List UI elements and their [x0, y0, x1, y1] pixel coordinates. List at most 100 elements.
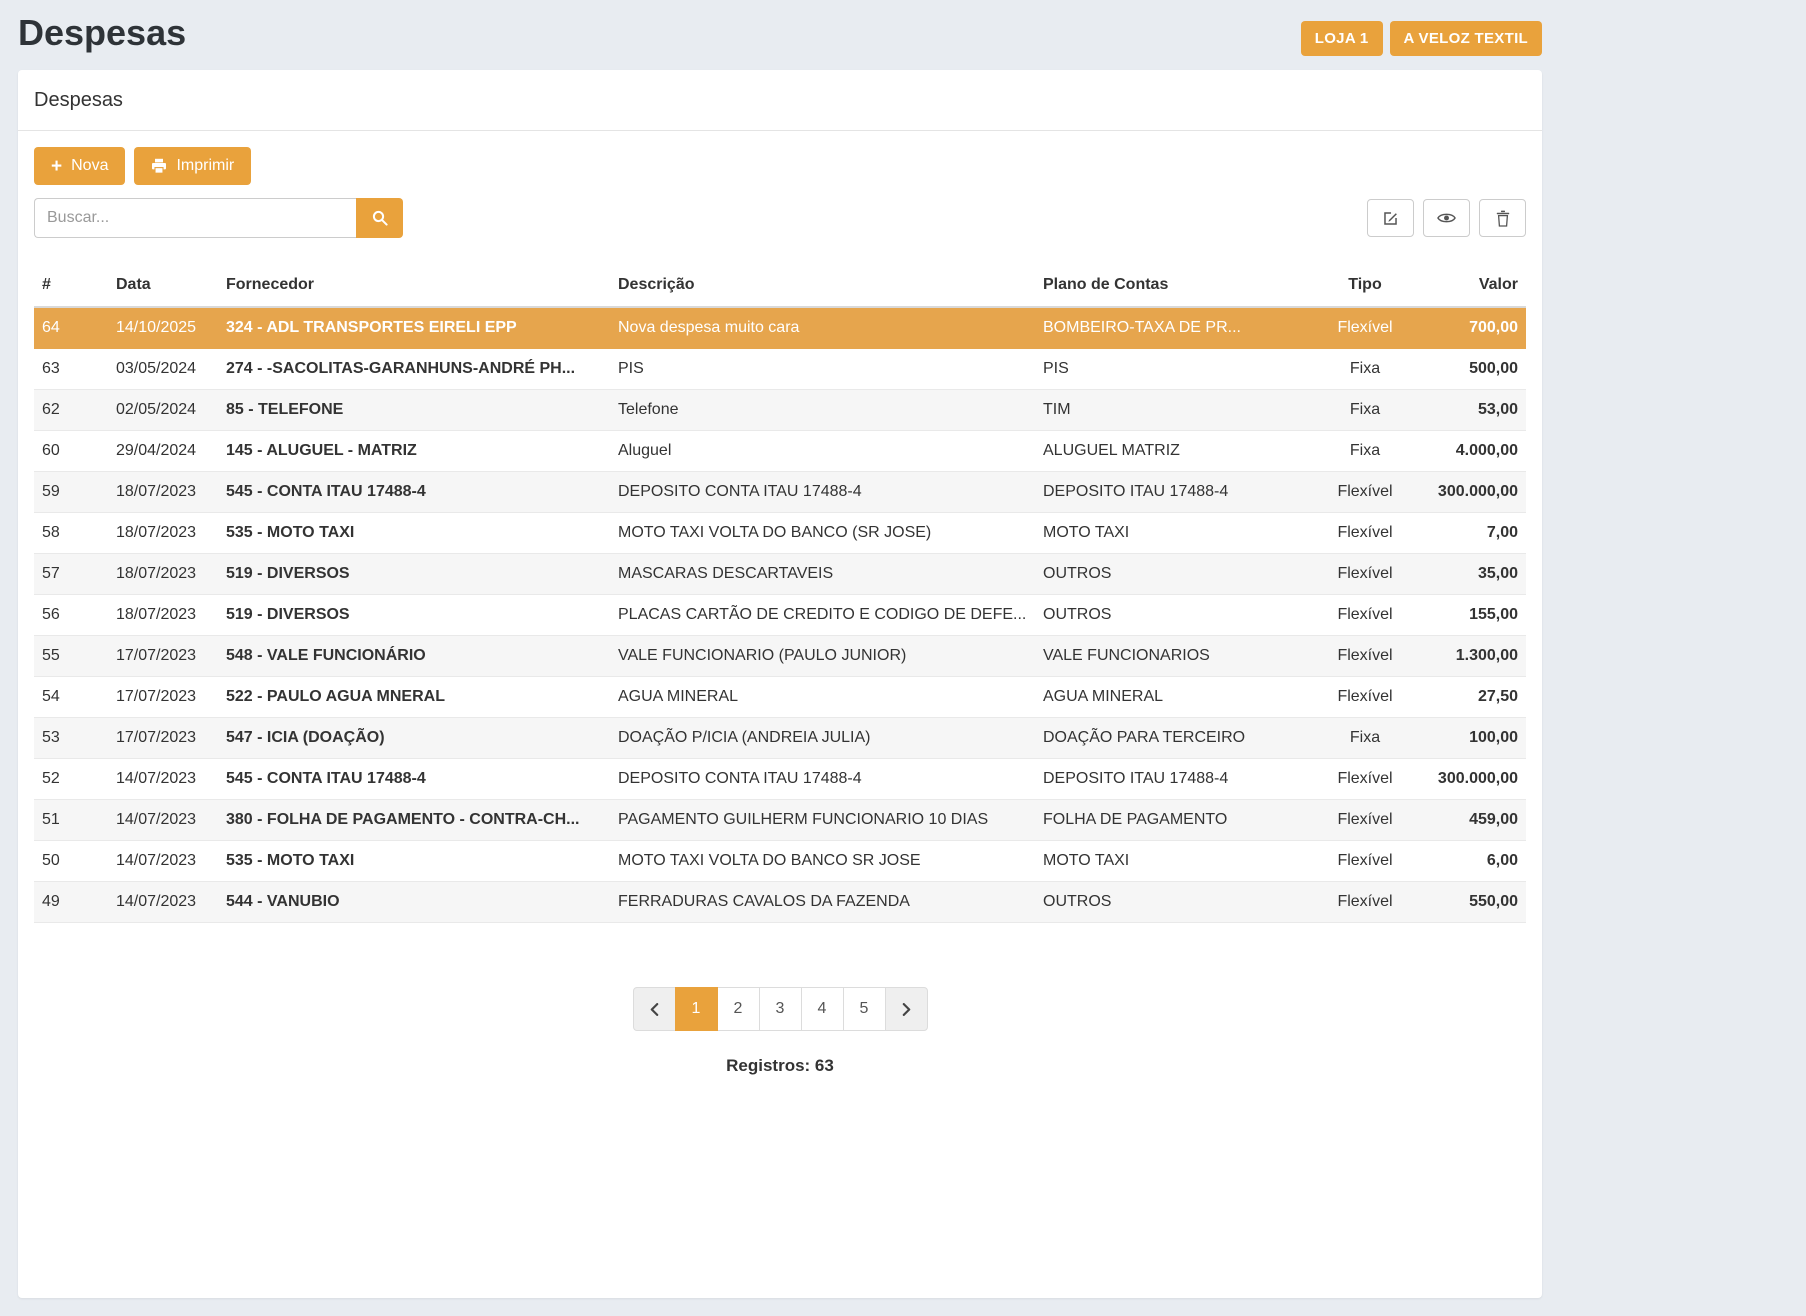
page-button[interactable]: 4	[801, 987, 844, 1031]
cell-descricao: Nova despesa muito cara	[610, 307, 1035, 349]
plus-icon: +	[51, 157, 62, 176]
table-row[interactable]: 5918/07/2023545 - CONTA ITAU 17488-4DEPO…	[34, 472, 1526, 513]
view-button[interactable]	[1423, 199, 1470, 237]
cell-tipo: Flexível	[1305, 472, 1425, 513]
cell-descricao: PIS	[610, 349, 1035, 390]
search-group	[34, 198, 403, 238]
cell-fornecedor: 380 - FOLHA DE PAGAMENTO - CONTRA-CH...	[218, 800, 610, 841]
page-button[interactable]: 1	[675, 987, 718, 1031]
cell-tipo: Flexível	[1305, 882, 1425, 923]
column-header: #	[34, 264, 108, 307]
table-row[interactable]: 6303/05/2024274 - -SACOLITAS-GARANHUNS-A…	[34, 349, 1526, 390]
next-page-button[interactable]	[885, 987, 928, 1031]
imprimir-button[interactable]: Imprimir	[134, 147, 251, 185]
pagination: 12345	[34, 987, 1526, 1031]
cell-data: 17/07/2023	[108, 677, 218, 718]
cell-plano: FOLHA DE PAGAMENTO	[1035, 800, 1305, 841]
cell-plano: MOTO TAXI	[1035, 513, 1305, 554]
column-header: Plano de Contas	[1035, 264, 1305, 307]
cell-fornecedor: 535 - MOTO TAXI	[218, 513, 610, 554]
cell-valor: 155,00	[1425, 595, 1526, 636]
company-button[interactable]: A VELOZ TEXTIL	[1390, 21, 1542, 56]
cell-valor: 500,00	[1425, 349, 1526, 390]
cell-data: 14/07/2023	[108, 800, 218, 841]
cell-id: 60	[34, 431, 108, 472]
table-row[interactable]: 5618/07/2023519 - DIVERSOSPLACAS CARTÃO …	[34, 595, 1526, 636]
chevron-right-icon	[902, 1003, 911, 1016]
cell-tipo: Flexível	[1305, 841, 1425, 882]
table-row[interactable]: 5818/07/2023535 - MOTO TAXIMOTO TAXI VOL…	[34, 513, 1526, 554]
table-row[interactable]: 6414/10/2025324 - ADL TRANSPORTES EIRELI…	[34, 307, 1526, 349]
cell-id: 50	[34, 841, 108, 882]
search-button[interactable]	[356, 198, 403, 238]
cell-data: 03/05/2024	[108, 349, 218, 390]
store-button[interactable]: LOJA 1	[1301, 21, 1383, 56]
cell-fornecedor: 85 - TELEFONE	[218, 390, 610, 431]
cell-data: 02/05/2024	[108, 390, 218, 431]
cell-valor: 7,00	[1425, 513, 1526, 554]
cell-descricao: PAGAMENTO GUILHERM FUNCIONARIO 10 DIAS	[610, 800, 1035, 841]
delete-button[interactable]	[1479, 199, 1526, 237]
search-input[interactable]	[34, 198, 356, 238]
nova-button[interactable]: + Nova	[34, 147, 125, 185]
cell-id: 55	[34, 636, 108, 677]
table-row[interactable]: 5317/07/2023547 - ICIA (DOAÇÃO)DOAÇÃO P/…	[34, 718, 1526, 759]
cell-fornecedor: 545 - CONTA ITAU 17488-4	[218, 759, 610, 800]
cell-tipo: Flexível	[1305, 677, 1425, 718]
chevron-left-icon	[650, 1003, 659, 1016]
row-action-buttons	[1367, 199, 1526, 237]
cell-plano: VALE FUNCIONARIOS	[1035, 636, 1305, 677]
cell-tipo: Fixa	[1305, 349, 1425, 390]
column-header: Data	[108, 264, 218, 307]
column-header: Valor	[1425, 264, 1526, 307]
cell-descricao: DEPOSITO CONTA ITAU 17488-4	[610, 472, 1035, 513]
edit-icon	[1382, 210, 1399, 227]
previous-page-button[interactable]	[633, 987, 676, 1031]
card-body: + Nova Imprimir	[18, 131, 1542, 1092]
table-row[interactable]: 5718/07/2023519 - DIVERSOSMASCARAS DESCA…	[34, 554, 1526, 595]
cell-data: 18/07/2023	[108, 595, 218, 636]
table-row[interactable]: 6029/04/2024145 - ALUGUEL - MATRIZAlugue…	[34, 431, 1526, 472]
cell-valor: 459,00	[1425, 800, 1526, 841]
cell-fornecedor: 545 - CONTA ITAU 17488-4	[218, 472, 610, 513]
cell-fornecedor: 324 - ADL TRANSPORTES EIRELI EPP	[218, 307, 610, 349]
edit-button[interactable]	[1367, 199, 1414, 237]
cell-data: 18/07/2023	[108, 513, 218, 554]
cell-descricao: MOTO TAXI VOLTA DO BANCO (SR JOSE)	[610, 513, 1035, 554]
cell-tipo: Flexível	[1305, 759, 1425, 800]
cell-descricao: MOTO TAXI VOLTA DO BANCO SR JOSE	[610, 841, 1035, 882]
cell-valor: 100,00	[1425, 718, 1526, 759]
page-button[interactable]: 3	[759, 987, 802, 1031]
cell-fornecedor: 544 - VANUBIO	[218, 882, 610, 923]
table-row[interactable]: 6202/05/202485 - TELEFONETelefoneTIMFixa…	[34, 390, 1526, 431]
cell-tipo: Flexível	[1305, 595, 1425, 636]
cell-descricao: Aluguel	[610, 431, 1035, 472]
table-row[interactable]: 5014/07/2023535 - MOTO TAXIMOTO TAXI VOL…	[34, 841, 1526, 882]
table-row[interactable]: 5114/07/2023380 - FOLHA DE PAGAMENTO - C…	[34, 800, 1526, 841]
cell-descricao: FERRADURAS CAVALOS DA FAZENDA	[610, 882, 1035, 923]
table-row[interactable]: 5517/07/2023548 - VALE FUNCIONÁRIO VALE F…	[34, 636, 1526, 677]
cell-plano: OUTROS	[1035, 554, 1305, 595]
cell-fornecedor: 548 - VALE FUNCIONÁRIO	[218, 636, 610, 677]
table-row[interactable]: 5417/07/2023522 - PAULO AGUA MNERALAGUA …	[34, 677, 1526, 718]
cell-id: 51	[34, 800, 108, 841]
cell-tipo: Flexível	[1305, 554, 1425, 595]
cell-descricao: PLACAS CARTÃO DE CREDITO E CODIGO DE DEF…	[610, 595, 1035, 636]
cell-valor: 27,50	[1425, 677, 1526, 718]
cell-valor: 4.000,00	[1425, 431, 1526, 472]
cell-data: 14/07/2023	[108, 841, 218, 882]
column-header: Fornecedor	[218, 264, 610, 307]
table-row[interactable]: 4914/07/2023544 - VANUBIOFERRADURAS CAVA…	[34, 882, 1526, 923]
table-row[interactable]: 5214/07/2023545 - CONTA ITAU 17488-4DEPO…	[34, 759, 1526, 800]
cell-id: 56	[34, 595, 108, 636]
page-button[interactable]: 2	[717, 987, 760, 1031]
cell-id: 59	[34, 472, 108, 513]
printer-icon	[151, 158, 167, 174]
cell-id: 62	[34, 390, 108, 431]
cell-plano: AGUA MINERAL	[1035, 677, 1305, 718]
cell-data: 17/07/2023	[108, 636, 218, 677]
page-button[interactable]: 5	[843, 987, 886, 1031]
cell-data: 14/07/2023	[108, 882, 218, 923]
cell-id: 49	[34, 882, 108, 923]
nova-button-label: Nova	[71, 157, 108, 175]
